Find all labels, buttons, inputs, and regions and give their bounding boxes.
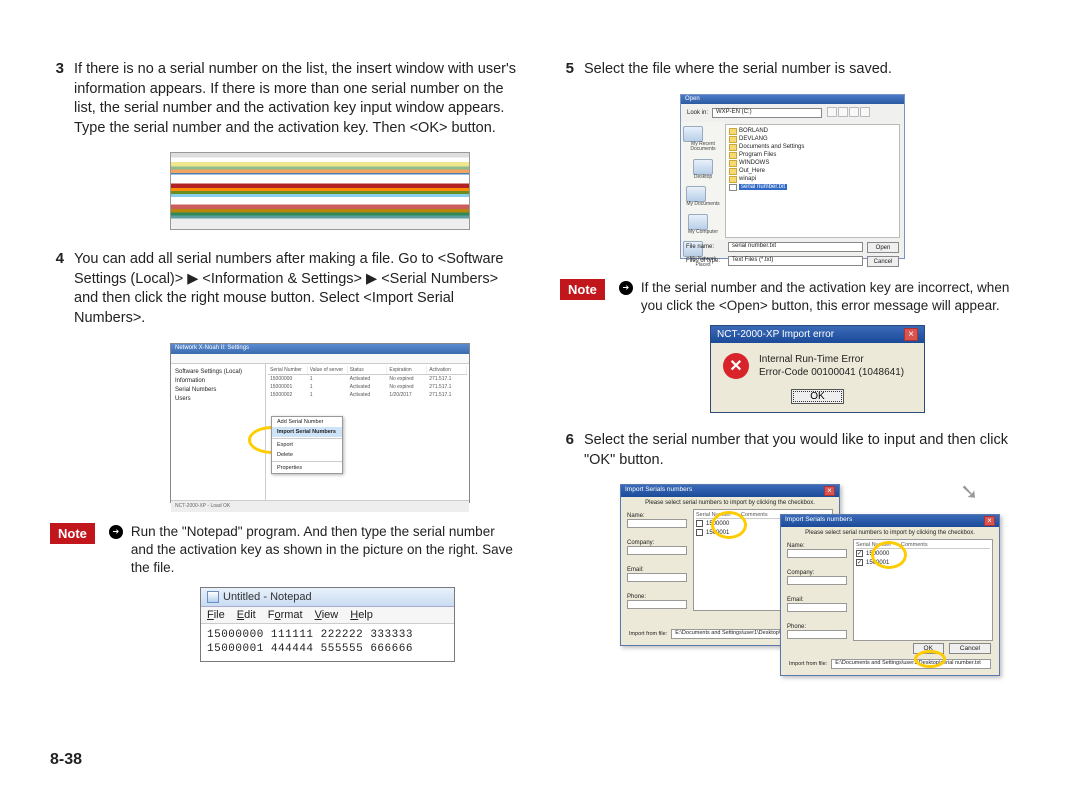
notepad-titlebar: Untitled - Notepad bbox=[201, 588, 454, 607]
highlight-circle-ok bbox=[914, 650, 946, 668]
figure-activation-window bbox=[170, 152, 470, 230]
context-menu[interactable]: Add Serial Number Import Serial Numbers … bbox=[271, 416, 343, 474]
step-text: Select the file where the serial number … bbox=[584, 60, 892, 80]
bullet-arrow-icon bbox=[109, 525, 123, 539]
highlight-circle bbox=[871, 541, 907, 569]
step-3: 3 If there is no a serial number on the … bbox=[50, 60, 520, 138]
step-number: 6 bbox=[560, 431, 574, 448]
error-title: NCT-2000-XP Import error bbox=[717, 329, 834, 340]
selected-file: serial number.txt bbox=[739, 184, 787, 190]
form-labels: Name: Company: Email: Phone: bbox=[627, 509, 687, 611]
dialog-title: Open bbox=[681, 95, 904, 104]
checkbox-icon[interactable]: ✓ bbox=[856, 559, 863, 566]
note-text: Run the "Notepad" program. And then type… bbox=[131, 523, 520, 578]
step-5: 5 Select the file where the serial numbe… bbox=[560, 60, 1030, 80]
step-number: 3 bbox=[50, 60, 64, 77]
arrow-icon: ➘ bbox=[960, 479, 978, 505]
open-button[interactable]: Open bbox=[867, 242, 899, 253]
file-list[interactable]: BORLAND DEVLANG Documents and Settings P… bbox=[725, 124, 900, 238]
close-icon[interactable]: × bbox=[984, 516, 995, 526]
note-badge: Note bbox=[50, 523, 95, 544]
filetype-label: Files of type: bbox=[686, 258, 724, 264]
window-title: Network X-Noah II: Settings bbox=[171, 344, 469, 354]
checkbox-icon[interactable] bbox=[696, 529, 703, 536]
lookin-dropdown[interactable]: WXP-EN (C:) bbox=[712, 108, 822, 118]
error-message: Internal Run-Time Error Error-Code 00100… bbox=[759, 353, 904, 379]
figure-open-dialog: Open Look in: WXP-EN (C:) My Recent Docu… bbox=[680, 94, 905, 259]
status-bar: NCT-2000-XP - Load OK bbox=[171, 500, 469, 512]
step-number: 5 bbox=[560, 60, 574, 77]
highlight-circle bbox=[711, 511, 747, 539]
filename-label: File name: bbox=[686, 244, 724, 250]
checkbox-icon[interactable] bbox=[696, 520, 703, 527]
places-sidebar[interactable]: My Recent Documents Desktop My Documents… bbox=[681, 122, 725, 240]
form-labels: Name: Company: Email: Phone: bbox=[787, 539, 847, 641]
notepad-content: 15000000 111111 222222 333333 15000001 4… bbox=[201, 624, 454, 661]
notepad-menubar[interactable]: FileEditFormatViewHelp bbox=[201, 607, 454, 624]
close-icon[interactable]: × bbox=[904, 328, 918, 341]
close-icon[interactable]: × bbox=[824, 486, 835, 496]
notepad-icon bbox=[207, 591, 219, 603]
figure-notepad: Untitled - Notepad FileEditFormatViewHel… bbox=[200, 587, 455, 662]
figure-import-dialogs: ➘ Import Serials numbers× Please select … bbox=[620, 484, 1000, 684]
lookin-label: Look in: bbox=[687, 110, 708, 116]
checkbox-icon[interactable]: ✓ bbox=[856, 550, 863, 557]
bullet-arrow-icon bbox=[619, 281, 633, 295]
note-2: Note If the serial number and the activa… bbox=[560, 279, 1030, 315]
error-icon: ✕ bbox=[723, 353, 749, 379]
note-badge: Note bbox=[560, 279, 605, 300]
note-1: Note Run the "Notepad" program. And then… bbox=[50, 523, 520, 578]
figure-settings-window: Network X-Noah II: Settings Software Set… bbox=[170, 343, 470, 503]
cancel-button[interactable]: Cancel bbox=[867, 256, 899, 267]
page-number: 8-38 bbox=[50, 751, 82, 769]
step-4: 4 You can add all serial numbers after m… bbox=[50, 250, 520, 328]
step-text: Select the serial number that you would … bbox=[584, 431, 1030, 470]
notepad-title: Untitled - Notepad bbox=[223, 591, 312, 603]
figure-error-dialog: NCT-2000-XP Import error × ✕ Internal Ru… bbox=[710, 325, 925, 413]
step-number: 4 bbox=[50, 250, 64, 267]
note-text: If the serial number and the activation … bbox=[641, 279, 1030, 315]
import-dialog-after: Import Serials numbers× Please select se… bbox=[780, 514, 1000, 676]
step-text: You can add all serial numbers after mak… bbox=[74, 250, 520, 328]
ok-button[interactable]: OK bbox=[791, 389, 843, 404]
cancel-button[interactable]: Cancel bbox=[949, 643, 991, 654]
filename-input[interactable]: serial number.txt bbox=[728, 242, 863, 252]
step-6: 6 Select the serial number that you woul… bbox=[560, 431, 1030, 470]
filetype-dropdown[interactable]: Text Files (*.txt) bbox=[728, 256, 863, 266]
toolbar-icons[interactable] bbox=[826, 107, 870, 119]
step-text: If there is no a serial number on the li… bbox=[74, 60, 520, 138]
